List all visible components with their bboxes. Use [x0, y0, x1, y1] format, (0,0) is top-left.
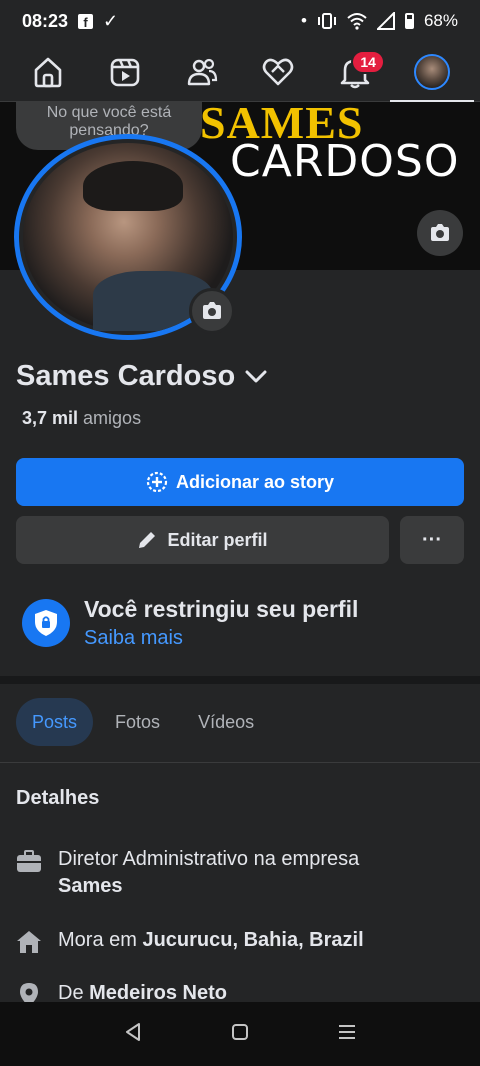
status-time: 08:23: [22, 10, 69, 31]
back-triangle-icon: [126, 1022, 141, 1041]
dot-icon: •: [301, 11, 307, 30]
edit-cover-button[interactable]: [417, 210, 463, 256]
friends-count[interactable]: 3,7 mil amigos: [22, 408, 141, 429]
cover-text-line2: CARDOSO: [230, 136, 460, 187]
menu-lines-icon: [338, 1024, 355, 1039]
detail-lives: Mora em Jucurucu, Bahia, Brazil: [16, 927, 364, 955]
home-icon: [35, 57, 62, 87]
add-to-story-label: Adicionar ao story: [175, 471, 335, 492]
detail-work: Diretor Administrativo na empresa Sames: [16, 846, 359, 900]
tab-videos[interactable]: Vídeos: [182, 698, 270, 746]
battery-percent: 68%: [423, 11, 458, 30]
nav-notifications[interactable]: 14: [325, 42, 385, 102]
nav-friends[interactable]: [172, 42, 232, 102]
from-prefix: De: [58, 982, 84, 1004]
more-options-button[interactable]: ···: [400, 516, 464, 564]
details-heading: Detalhes: [16, 787, 100, 809]
section-divider: [0, 676, 480, 684]
shield-icon: [22, 599, 70, 647]
check-icon: ✓: [103, 10, 119, 31]
system-nav-bar: [0, 1002, 480, 1066]
notifications-badge: 14: [351, 49, 385, 74]
profile-tabs: Posts Fotos Vídeos: [16, 698, 270, 746]
nav-profile[interactable]: [389, 42, 474, 103]
avatar: [413, 53, 450, 90]
tab-posts[interactable]: Posts: [16, 698, 94, 746]
profile-lock-notice: Você restringiu seu perfil Saiba mais: [22, 596, 358, 650]
tab-photos[interactable]: Fotos: [99, 698, 176, 746]
work-company: Sames: [58, 875, 123, 897]
profile-picture[interactable]: [14, 134, 242, 340]
friends-icon: [187, 58, 217, 85]
video-icon: [110, 58, 140, 86]
briefcase-icon: [17, 850, 41, 872]
battery-icon: [404, 13, 414, 29]
profile-name-row[interactable]: Sames Cardoso: [16, 360, 267, 393]
friends-label: amigos: [83, 408, 142, 428]
from-place: Medeiros Neto: [89, 982, 227, 1004]
camera-icon: [431, 224, 449, 241]
status-bar: 08:23 f ✓ • 68%: [0, 0, 480, 42]
chevron-down-icon: [245, 370, 267, 382]
edit-profile-label: Editar perfil: [167, 529, 268, 550]
plus-circle-icon: [146, 471, 168, 493]
lock-notice-title: Você restringiu seu perfil: [84, 596, 359, 622]
work-text: Diretor Administrativo na empresa: [58, 848, 360, 870]
top-nav: 14: [0, 42, 480, 103]
story-prompt-line1: No que você está: [46, 104, 172, 121]
friends-number: 3,7 mil: [22, 408, 79, 428]
vibrate-icon: [317, 13, 336, 29]
house-icon: [17, 931, 41, 953]
home-square-icon: [231, 1023, 248, 1040]
more-icon: ···: [422, 528, 442, 551]
nav-dating[interactable]: [248, 42, 308, 102]
pencil-icon: [139, 532, 156, 548]
nav-home[interactable]: [18, 42, 78, 102]
lives-prefix: Mora em: [58, 929, 137, 951]
home-button[interactable]: [229, 1021, 251, 1048]
heart-icon: [263, 58, 294, 85]
wifi-icon: [347, 13, 367, 30]
nav-video[interactable]: [95, 42, 155, 102]
signal-icon: [376, 12, 395, 30]
lives-place: Jucurucu, Bahia, Brazil: [142, 929, 364, 951]
back-button[interactable]: [122, 1021, 144, 1048]
tabs-divider: [0, 762, 480, 763]
profile-name: Sames Cardoso: [16, 360, 236, 392]
recents-button[interactable]: [336, 1021, 358, 1048]
facebook-notification-icon: f: [78, 13, 94, 29]
camera-icon: [203, 302, 221, 319]
add-to-story-button[interactable]: Adicionar ao story: [16, 458, 464, 506]
edit-profile-button[interactable]: Editar perfil: [16, 516, 389, 564]
edit-profile-picture-button[interactable]: [189, 288, 235, 334]
learn-more-link[interactable]: Saiba mais: [84, 627, 358, 650]
photo-hair: [83, 161, 183, 211]
